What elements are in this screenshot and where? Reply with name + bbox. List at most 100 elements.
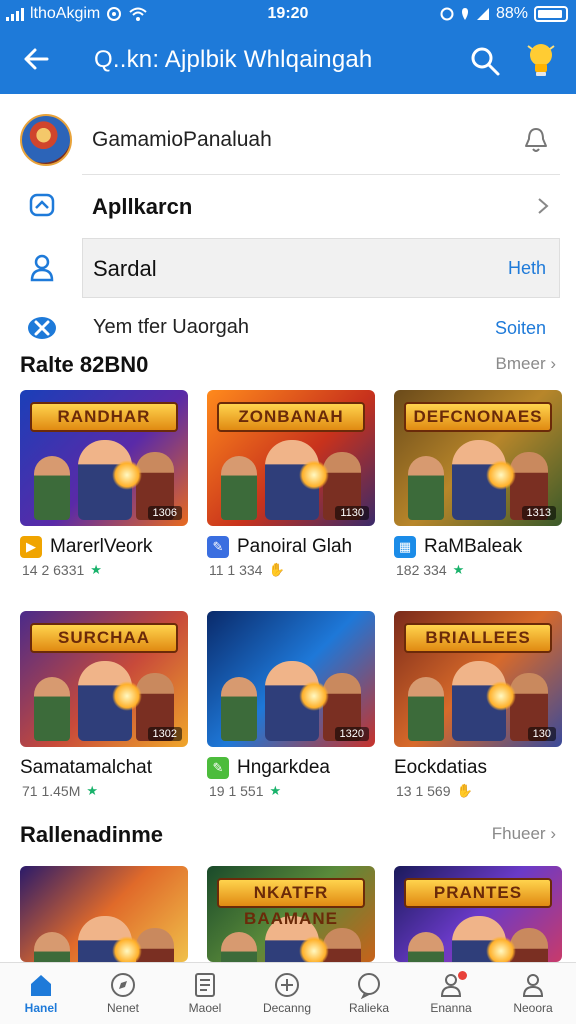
nav-label: Nenet [106, 1001, 140, 1015]
game-stats: 71 1.45M [22, 783, 81, 799]
game-card[interactable]: 1320 ✎ Hngarkdea 19 1 551 ★ [207, 611, 375, 799]
thumbnail-figure [299, 681, 329, 711]
game-logo-banner: PRANTES [404, 878, 552, 908]
game-logo-banner: NKATFR BAAMANE [217, 878, 365, 928]
game-title: RaMBaleak [424, 536, 523, 557]
nav-label: Decanng [262, 1001, 312, 1015]
search-button[interactable] [468, 44, 502, 78]
sardal-row[interactable]: Sardal Heth [0, 238, 576, 298]
game-title: Samatamalchat [20, 757, 153, 778]
home-icon [31, 975, 51, 996]
chevron-right-icon [538, 198, 549, 214]
thumbnail-figure [221, 456, 257, 520]
nav-item-ralieka[interactable]: Ralieka [328, 963, 410, 1024]
game-thumbnail: SURCHAA 1302 [20, 611, 188, 747]
section-more-1[interactable]: Bmeer › [496, 354, 556, 374]
profile-name: GamamioPanaluah [92, 128, 272, 151]
game-meta: 182 334 ★ [396, 562, 464, 578]
game-logo-banner: SURCHAA [30, 623, 178, 653]
app-type-icon: ✎ [207, 757, 229, 779]
rating-icon: ✋ [456, 783, 473, 798]
lightbulb-button[interactable] [524, 40, 558, 80]
game-card[interactable]: ZONBANAH 1130 ✎ Panoiral Glah 11 1 334 ✋ [207, 390, 375, 578]
nav-label: Ralieka [348, 1001, 390, 1015]
game-name-row: ✎ Hngarkdea [207, 755, 387, 781]
bottom-navigation: Hanel Nenet Maoel Decanng Ralieka Enanna Neoor… [0, 962, 576, 1024]
nav-label: Enanna [430, 1001, 472, 1015]
game-meta: 14 2 6331 ★ [22, 562, 102, 578]
thumbnail-badge: 1302 [147, 727, 182, 741]
nav-item-maoel[interactable]: Maoel [164, 963, 246, 1024]
game-meta: 11 1 334 ✋ [209, 562, 285, 578]
thumbnail-figure [112, 936, 142, 962]
avatar [20, 114, 72, 166]
game-logo-banner: DEFCNONAES [404, 402, 552, 432]
app-type-icon: ▶ [20, 536, 42, 558]
thumbnail-figure [486, 460, 516, 490]
game-card[interactable] [20, 866, 188, 962]
game-card[interactable]: NKATFR BAAMANE [207, 866, 375, 962]
game-card[interactable]: BRIALLEES 130 Eockdatias 13 1 569 ✋ [394, 611, 562, 799]
back-button[interactable] [18, 42, 54, 78]
game-name-row: ▶ MarerlVeork [20, 534, 200, 560]
game-stats: 19 1 551 [209, 783, 264, 799]
battery-icon [534, 6, 568, 22]
game-name-row: Eockdatias [394, 755, 574, 781]
game-name-row: ✎ Panoiral Glah [207, 534, 387, 560]
game-title: Panoiral Glah [237, 536, 353, 557]
thumbnail-badge: 1306 [147, 506, 182, 520]
game-thumbnail: PRANTES [394, 866, 562, 962]
game-stats: 13 1 569 [396, 783, 451, 799]
game-logo-banner: RANDHAR [30, 402, 178, 432]
game-logo-banner: ZONBANAH [217, 402, 365, 432]
lightbulb-icon [527, 44, 555, 76]
game-title: Hngarkdea [237, 757, 330, 778]
game-name-row: Samatamalchat [20, 755, 200, 781]
notifications-button[interactable] [520, 124, 552, 156]
thumbnail-figure [221, 932, 257, 962]
game-meta: 71 1.45M ★ [22, 783, 98, 799]
game-card[interactable]: PRANTES [394, 866, 562, 962]
rating-icon: ★ [86, 783, 99, 798]
yem-action-link[interactable]: Soiten [495, 318, 546, 339]
thumbnail-figure [408, 932, 444, 962]
apps-label: Apllkarcn [92, 194, 193, 219]
game-card[interactable]: RANDHAR 1306 ▶ MarerlVeork 14 2 6331 ★ [20, 390, 188, 578]
game-stats: 182 334 [396, 562, 447, 578]
nav-item-neoora[interactable]: Neoora [492, 963, 574, 1024]
game-card[interactable]: DEFCNONAES 1313 ▦ RaMBaleak 182 334 ★ [394, 390, 562, 578]
nav-item-nenet[interactable]: Nenet [82, 963, 164, 1024]
game-title: Eockdatias [394, 757, 487, 778]
thumbnail-figure [34, 456, 70, 520]
signal-strength-icon [476, 8, 489, 20]
game-thumbnail: 1320 [207, 611, 375, 747]
sardal-action-link[interactable]: Heth [508, 258, 546, 279]
app-type-icon: ▦ [394, 536, 416, 558]
search-icon [471, 47, 500, 76]
yem-row[interactable]: Yem tfer Uaorgah Soiten [0, 302, 576, 352]
section-header-2: Rallenadinme Fhueer › [0, 820, 576, 850]
thumbnail-figure [486, 681, 516, 711]
rating-icon: ★ [452, 562, 465, 577]
game-thumbnail: DEFCNONAES 1313 [394, 390, 562, 526]
section-title-2: Rallenadinme [20, 822, 164, 847]
thumbnail-figure [34, 677, 70, 741]
nav-item-decanng[interactable]: Decanng [246, 963, 328, 1024]
thumbnail-figure [34, 932, 70, 962]
nav-item-enanna[interactable]: Enanna [410, 963, 492, 1024]
apps-icon [29, 193, 55, 217]
rating-icon: ★ [90, 562, 102, 577]
status-bar: lthoAkgim 19:20 88% [0, 0, 576, 28]
nav-label: Hanel [24, 1001, 58, 1015]
game-card[interactable]: SURCHAA 1302 Samatamalchat 71 1.45M ★ [20, 611, 188, 799]
apps-row[interactable]: Apllkarcn [0, 176, 576, 238]
thumbnail-badge: 1320 [334, 727, 369, 741]
section-more-2[interactable]: Fhueer › [492, 824, 556, 844]
nav-label: Neoora [513, 1001, 553, 1015]
see-more-label-1: Bmeer [495, 354, 546, 373]
thumbnail-badge: 1130 [335, 506, 369, 520]
game-thumbnail: RANDHAR 1306 [20, 390, 188, 526]
profile-row[interactable]: GamamioPanaluah [0, 104, 576, 174]
section-title-1: Ralte 82BN0 [20, 352, 149, 377]
nav-item-hanel[interactable]: Hanel [0, 963, 82, 1024]
